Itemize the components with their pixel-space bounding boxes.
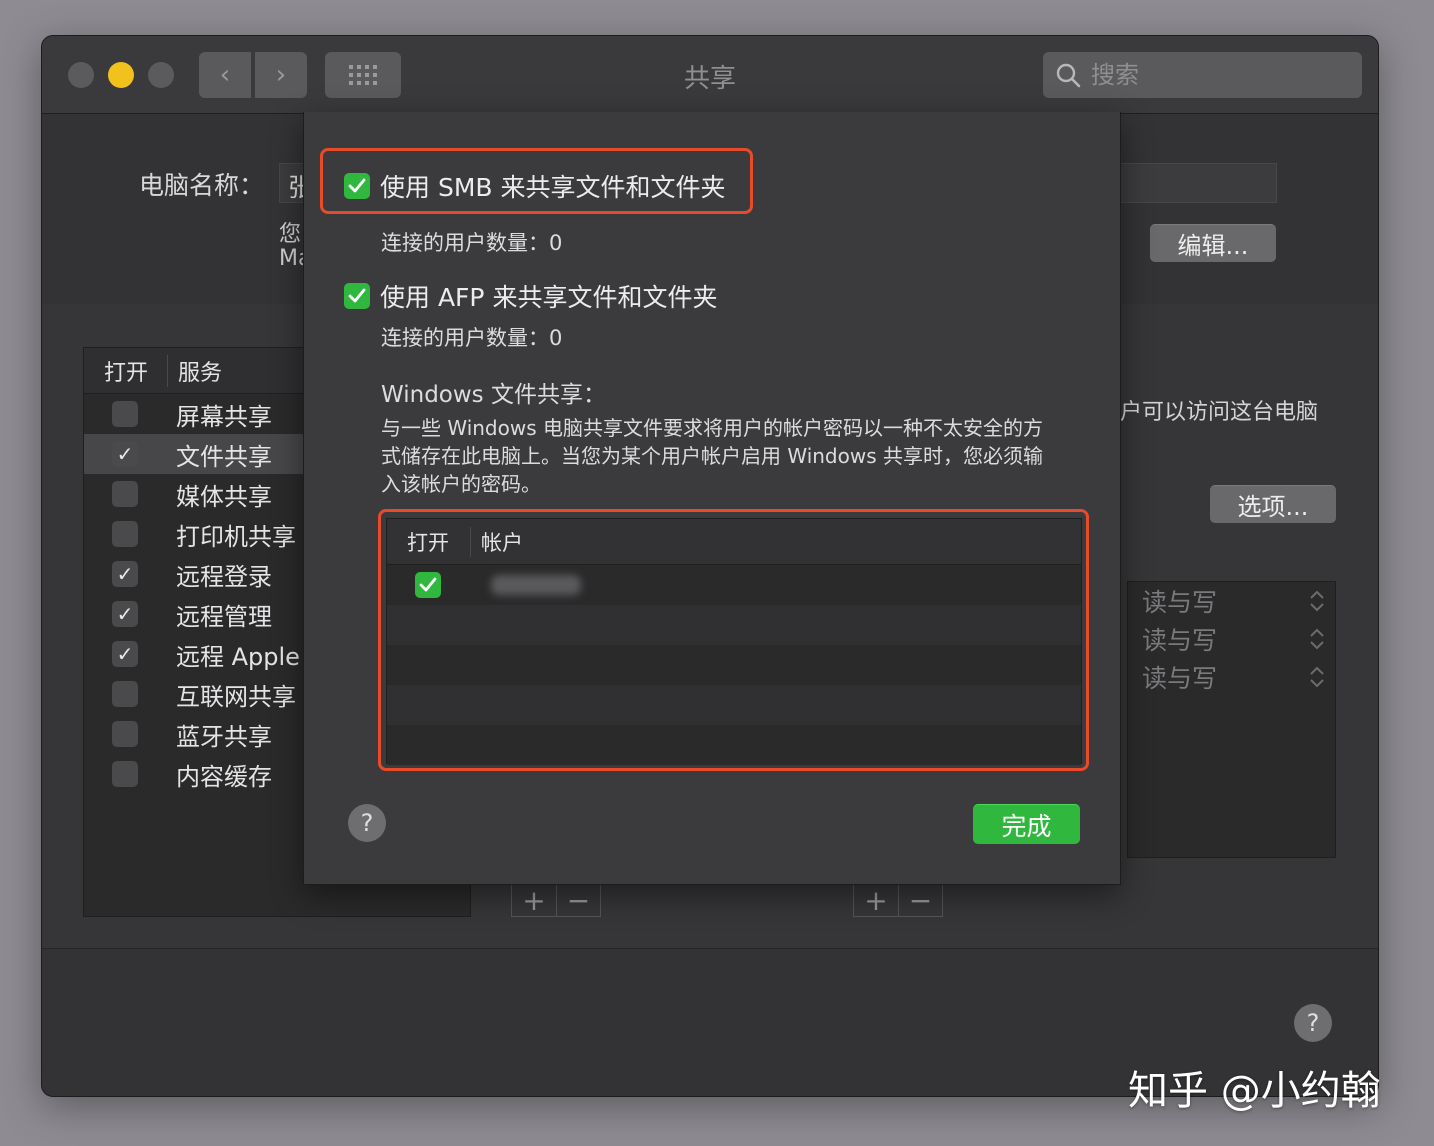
- add-user-button[interactable]: +: [854, 884, 898, 917]
- permission-value: 读与写: [1142, 626, 1218, 655]
- help-button[interactable]: ?: [1294, 1004, 1332, 1042]
- column-header-on[interactable]: 打开: [84, 354, 168, 387]
- afp-option[interactable]: 使用 AFP 来共享文件和文件夹: [344, 278, 717, 314]
- column-header-service[interactable]: 服务: [168, 355, 222, 387]
- service-label: 内容缓存: [176, 762, 272, 791]
- permission-row[interactable]: 读与写: [1128, 658, 1335, 696]
- users-add-remove: + −: [853, 883, 943, 917]
- done-button[interactable]: 完成: [973, 804, 1080, 844]
- titlebar: ‹ › 共享: [42, 36, 1378, 114]
- add-folder-button[interactable]: +: [512, 884, 556, 917]
- service-label: 打印机共享: [176, 522, 296, 551]
- file-sharing-options-sheet: 使用 SMB 来共享文件和文件夹 连接的用户数量：0 使用 AFP 来共享文件和…: [303, 112, 1121, 885]
- service-label: 文件共享: [176, 442, 272, 471]
- remove-folder-button[interactable]: −: [556, 884, 600, 917]
- search-input[interactable]: [1091, 61, 1331, 89]
- search-field[interactable]: [1043, 52, 1362, 98]
- updown-chevron-icon: [1310, 590, 1324, 612]
- service-label: 互联网共享: [176, 682, 296, 711]
- permission-value: 读与写: [1142, 588, 1218, 617]
- service-checkbox[interactable]: ✓: [112, 601, 138, 627]
- service-label: 媒体共享: [176, 482, 272, 511]
- remove-user-button[interactable]: −: [898, 884, 942, 917]
- afp-label: 使用 AFP 来共享文件和文件夹: [380, 283, 718, 312]
- highlight-box-accounts: [378, 509, 1089, 771]
- smb-label: 使用 SMB 来共享文件和文件夹: [380, 173, 726, 202]
- updown-chevron-icon: [1310, 666, 1324, 688]
- service-checkbox[interactable]: [112, 721, 138, 747]
- watermark: 知乎 @小约翰: [1128, 1068, 1381, 1114]
- service-checkbox[interactable]: [112, 761, 138, 787]
- updown-chevron-icon: [1310, 628, 1324, 650]
- service-checkbox[interactable]: [112, 401, 138, 427]
- service-checkbox[interactable]: [112, 521, 138, 547]
- service-checkbox[interactable]: [112, 481, 138, 507]
- service-label: 远程管理: [176, 602, 272, 631]
- edit-button[interactable]: 编辑...: [1150, 224, 1276, 262]
- service-checkbox[interactable]: [112, 681, 138, 707]
- service-label: 蓝牙共享: [176, 722, 272, 751]
- service-checkbox[interactable]: ✓: [112, 561, 138, 587]
- permission-value: 读与写: [1142, 664, 1218, 693]
- afp-connected-count: 连接的用户数量：0: [381, 326, 563, 350]
- smb-checkbox[interactable]: [344, 173, 370, 199]
- shared-folders-add-remove: + −: [511, 883, 601, 917]
- search-icon: [1056, 63, 1081, 88]
- windows-sharing-title: Windows 文件共享：: [381, 382, 606, 408]
- service-checkbox[interactable]: ✓: [112, 441, 138, 467]
- access-description: 户可以访问这台电脑: [1120, 400, 1319, 425]
- computer-name-note: 您: [279, 222, 302, 247]
- service-label: 屏幕共享: [176, 402, 272, 431]
- smb-option[interactable]: 使用 SMB 来共享文件和文件夹: [344, 168, 726, 204]
- options-button[interactable]: 选项...: [1210, 485, 1336, 523]
- permission-row[interactable]: 读与写: [1128, 620, 1335, 658]
- permissions-list: 读与写 读与写 读与写: [1127, 581, 1336, 858]
- permission-row[interactable]: 读与写: [1128, 582, 1335, 620]
- system-preferences-window: ‹ › 共享 电脑名称： 张 您 Ma 编辑... 打开 服务 屏幕共享 ✓文件…: [41, 35, 1379, 1097]
- computer-name-label: 电脑名称：: [139, 171, 265, 200]
- checkmark-icon: [348, 178, 366, 193]
- sheet-help-button[interactable]: ?: [348, 804, 386, 842]
- service-label: 远程登录: [176, 562, 272, 591]
- service-checkbox[interactable]: ✓: [112, 641, 138, 667]
- checkmark-icon: [348, 288, 366, 303]
- afp-checkbox[interactable]: [344, 283, 370, 309]
- windows-sharing-description: 与一些 Windows 电脑共享文件要求将用户的帐户密码以一种不太安全的方式储存…: [381, 416, 1043, 496]
- smb-connected-count: 连接的用户数量：0: [381, 231, 563, 255]
